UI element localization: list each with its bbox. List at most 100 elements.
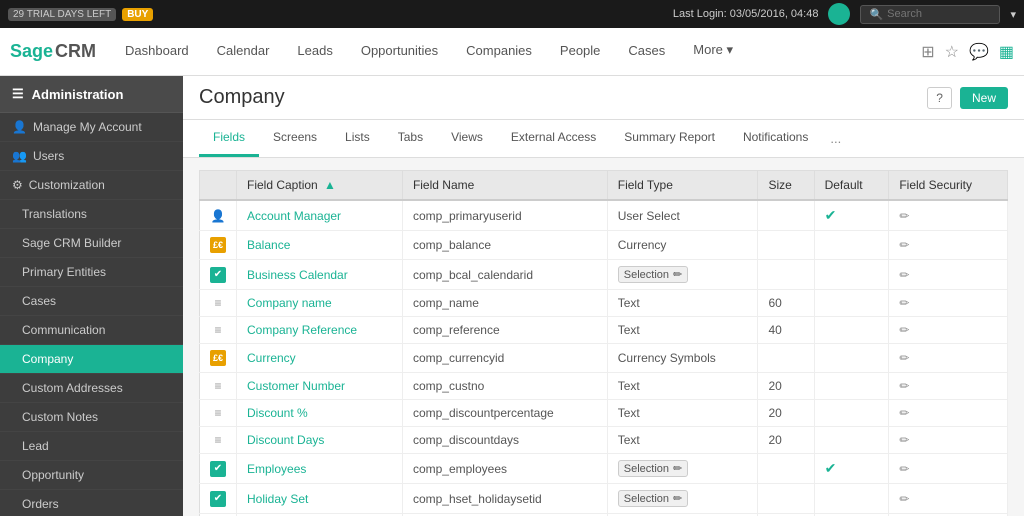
row-field-name: comp_employees: [402, 454, 607, 484]
users-icon: 👥: [12, 149, 27, 163]
edit-icon[interactable]: ✏: [899, 238, 909, 252]
tab-screens[interactable]: Screens: [259, 120, 331, 157]
sidebar-item-users[interactable]: 👥 Users: [0, 142, 183, 171]
edit-icon[interactable]: ✏: [899, 209, 909, 223]
nav-people[interactable]: People: [546, 28, 614, 76]
tab-more[interactable]: ...: [822, 121, 849, 156]
search-input[interactable]: [887, 8, 987, 20]
sidebar-item-customization[interactable]: ⚙ Customization: [0, 171, 183, 200]
edit-icon[interactable]: ✏: [899, 406, 909, 420]
tab-tabs[interactable]: Tabs: [384, 120, 437, 157]
buy-button[interactable]: BUY: [122, 8, 153, 21]
edit-icon[interactable]: ✏: [899, 379, 909, 393]
row-caption[interactable]: Employees: [237, 454, 403, 484]
green-check-icon: ✔: [210, 461, 226, 477]
table-row: ≡ Discount % comp_discountpercentage Tex…: [200, 400, 1008, 427]
edit-icon[interactable]: ✏: [899, 462, 909, 476]
row-default: [814, 231, 889, 260]
trial-text: 29 TRIAL DAYS LEFT: [8, 8, 116, 21]
row-security: ✏: [889, 231, 1008, 260]
row-field-type: Text: [607, 317, 758, 344]
row-size: [758, 260, 814, 290]
row-field-name: comp_currencyid: [402, 344, 607, 373]
table-row: £€ Currency comp_currencyid Currency Sym…: [200, 344, 1008, 373]
th-icon: [200, 171, 237, 201]
edit-icon[interactable]: ✏: [899, 323, 909, 337]
tab-notifications[interactable]: Notifications: [729, 120, 822, 157]
nav-dashboard[interactable]: Dashboard: [111, 28, 203, 76]
edit-icon[interactable]: ✏: [899, 268, 909, 282]
nav-calendar[interactable]: Calendar: [203, 28, 284, 76]
sidebar-item-primary-entities[interactable]: Primary Entities: [0, 258, 183, 287]
dashboard-icon[interactable]: ▦: [999, 42, 1014, 62]
row-caption[interactable]: Business Calendar: [237, 260, 403, 290]
sidebar-item-company[interactable]: Company ▶: [0, 345, 183, 374]
last-login-text: Last Login: 03/05/2016, 04:48: [673, 8, 819, 20]
row-caption[interactable]: Company name: [237, 290, 403, 317]
top-bar-right: Last Login: 03/05/2016, 04:48 🔍 ▾: [673, 3, 1016, 25]
row-field-name: comp_discountpercentage: [402, 400, 607, 427]
nav-cases[interactable]: Cases: [614, 28, 679, 76]
row-icon-cell: ≡: [200, 427, 237, 454]
edit-icon[interactable]: ✏: [899, 492, 909, 506]
sidebar-item-opportunity[interactable]: Opportunity: [0, 461, 183, 490]
row-icon-cell: 👤: [200, 200, 237, 231]
row-field-name: comp_primaryuserid: [402, 200, 607, 231]
tab-lists[interactable]: Lists: [331, 120, 384, 157]
sidebar-item-cases[interactable]: Cases: [0, 287, 183, 316]
row-icon-cell: ≡: [200, 290, 237, 317]
sidebar-section-administration[interactable]: ☰ Administration: [0, 76, 183, 113]
grid-icon[interactable]: ⊞: [921, 42, 934, 62]
edit-icon[interactable]: ✏: [899, 296, 909, 310]
table-container: Field Caption ▲ Field Name Field Type Si…: [183, 158, 1024, 516]
row-caption[interactable]: Balance: [237, 231, 403, 260]
sidebar-item-custom-addresses[interactable]: Custom Addresses: [0, 374, 183, 403]
edit-icon[interactable]: ✏: [899, 351, 909, 365]
sidebar-item-communication[interactable]: Communication: [0, 316, 183, 345]
sage-logo-sage: Sage: [10, 41, 53, 62]
row-caption[interactable]: Account Manager: [237, 200, 403, 231]
sidebar-item-sage-crm-builder[interactable]: Sage CRM Builder: [0, 229, 183, 258]
table-row: ✔ Employees comp_employees Selection ✏ ✔…: [200, 454, 1008, 484]
star-icon[interactable]: ☆: [945, 42, 959, 62]
nav-more[interactable]: More ▾: [679, 28, 747, 76]
search-box[interactable]: 🔍: [860, 5, 1000, 24]
user-avatar[interactable]: [828, 3, 850, 25]
row-icon-cell: ✔: [200, 454, 237, 484]
row-icon-cell: £€: [200, 231, 237, 260]
sidebar-item-custom-notes[interactable]: Custom Notes: [0, 403, 183, 432]
th-field-caption[interactable]: Field Caption ▲: [237, 171, 403, 201]
row-caption[interactable]: Discount %: [237, 400, 403, 427]
tab-external-access[interactable]: External Access: [497, 120, 610, 157]
sage-logo-crm: CRM: [55, 41, 96, 62]
th-default: Default: [814, 171, 889, 201]
header-actions: ? New: [927, 87, 1008, 109]
sidebar-item-lead[interactable]: Lead: [0, 432, 183, 461]
row-caption[interactable]: Discount Days: [237, 427, 403, 454]
tab-views[interactable]: Views: [437, 120, 497, 157]
row-caption[interactable]: Company Reference: [237, 317, 403, 344]
chevron-down-icon[interactable]: ▾: [1010, 8, 1016, 21]
sidebar-item-translations[interactable]: Translations: [0, 200, 183, 229]
nav-companies[interactable]: Companies: [452, 28, 546, 76]
tab-summary-report[interactable]: Summary Report: [610, 120, 729, 157]
checkbox-checked-icon: ✔: [825, 460, 837, 476]
tab-fields[interactable]: Fields: [199, 120, 259, 157]
currency-icon: £€: [210, 237, 226, 253]
sidebar-item-orders[interactable]: Orders: [0, 490, 183, 516]
row-security: ✏: [889, 317, 1008, 344]
row-default: [814, 317, 889, 344]
selection-badge: Selection ✏: [618, 266, 688, 283]
nav-opportunities[interactable]: Opportunities: [347, 28, 452, 76]
chat-icon[interactable]: 💬: [969, 42, 989, 62]
new-button[interactable]: New: [960, 87, 1008, 109]
row-caption[interactable]: Holiday Set: [237, 484, 403, 514]
help-button[interactable]: ?: [927, 87, 952, 109]
edit-icon[interactable]: ✏: [899, 433, 909, 447]
currency-icon: £€: [210, 350, 226, 366]
nav-leads[interactable]: Leads: [283, 28, 346, 76]
edit-small-icon: ✏: [673, 462, 682, 475]
sidebar-item-manage-account[interactable]: 👤 Manage My Account: [0, 113, 183, 142]
row-caption[interactable]: Customer Number: [237, 373, 403, 400]
row-caption[interactable]: Currency: [237, 344, 403, 373]
